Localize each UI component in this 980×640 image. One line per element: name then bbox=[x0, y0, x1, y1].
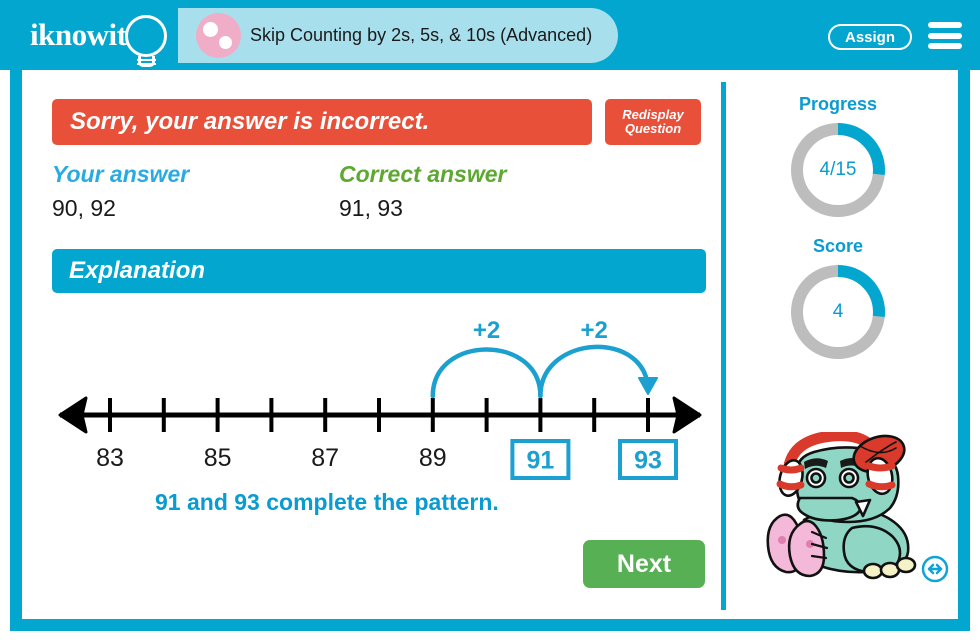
your-answer-label: Your answer bbox=[52, 161, 190, 187]
hamburger-bar-1 bbox=[928, 22, 962, 28]
logo-wordmark: iknowit bbox=[30, 17, 127, 52]
number-line-label: 87 bbox=[311, 444, 339, 472]
explanation-header-bar: Explanation bbox=[52, 249, 706, 293]
number-line-label: 89 bbox=[419, 444, 447, 472]
next-button[interactable]: Next bbox=[583, 540, 705, 588]
progress-gauge: 4/15 bbox=[786, 118, 890, 222]
number-line-jump-arc bbox=[538, 344, 651, 399]
progress-label: Progress bbox=[798, 94, 878, 114]
explanation-summary: 91 and 93 complete the pattern. bbox=[155, 489, 499, 515]
lightbulb-icon bbox=[125, 15, 167, 57]
hamburger-bar-3 bbox=[928, 43, 962, 49]
number-line-jump-label: +2 bbox=[581, 317, 608, 344]
number-line-arrow-right bbox=[672, 396, 702, 434]
frame-border-right bbox=[958, 56, 970, 631]
resize-handle-icon[interactable] bbox=[921, 555, 949, 583]
frame-border-left bbox=[10, 56, 22, 631]
hamburger-menu-icon[interactable] bbox=[928, 22, 962, 49]
correct-answer-value: 91, 93 bbox=[339, 195, 403, 221]
app-root: iknowit Skip Counting by 2s, 5s, & 10s (… bbox=[0, 0, 980, 640]
lesson-title-pill: Skip Counting by 2s, 5s, & 10s (Advanced… bbox=[178, 8, 619, 63]
number-line-diagram: 83 85 87 89 91 93 +2 +2 bbox=[58, 317, 702, 480]
result-banner-message: Sorry, your answer is incorrect. bbox=[70, 108, 430, 135]
result-banner: Sorry, your answer is incorrect. bbox=[52, 99, 592, 145]
your-answer-value: 90, 92 bbox=[52, 195, 116, 221]
redisplay-line-2: Question bbox=[624, 121, 682, 136]
next-button-label: Next bbox=[616, 549, 672, 578]
redisplay-line-1: Redisplay bbox=[622, 107, 684, 123]
redisplay-question-button[interactable]: Redisplay Question bbox=[605, 99, 701, 145]
score-gauge: 4 bbox=[786, 260, 890, 364]
frame-border-bottom bbox=[10, 619, 970, 631]
number-line-jump-arrowhead bbox=[638, 377, 658, 395]
lightbulb-base bbox=[138, 56, 155, 67]
iknowit-logo[interactable]: iknowit bbox=[28, 8, 178, 67]
hamburger-bar-2 bbox=[928, 32, 962, 39]
number-line-jump-label: +2 bbox=[473, 317, 500, 344]
number-line-arrow-left bbox=[58, 396, 88, 434]
lesson-title: Skip Counting by 2s, 5s, & 10s (Advanced… bbox=[250, 25, 593, 45]
score-label: Score bbox=[812, 236, 864, 256]
score-value: 4 bbox=[832, 301, 844, 322]
correct-answer-label: Correct answer bbox=[339, 161, 507, 187]
number-line-label: 85 bbox=[204, 444, 232, 472]
content-sidebar-divider bbox=[721, 82, 726, 610]
app-header: iknowit Skip Counting by 2s, 5s, & 10s (… bbox=[0, 0, 980, 70]
number-line-label: 83 bbox=[96, 444, 124, 472]
progress-value: 4/15 bbox=[819, 159, 857, 180]
number-line-label: 93 bbox=[634, 447, 662, 475]
number-line-jump-arc bbox=[430, 347, 543, 399]
explanation-heading: Explanation bbox=[69, 257, 206, 284]
assign-button[interactable]: Assign bbox=[827, 24, 912, 50]
dinosaur-mascot bbox=[766, 432, 917, 580]
number-line-label: 91 bbox=[526, 447, 554, 475]
lesson-dots-icon bbox=[196, 13, 241, 58]
assign-button-label: Assign bbox=[844, 28, 895, 46]
